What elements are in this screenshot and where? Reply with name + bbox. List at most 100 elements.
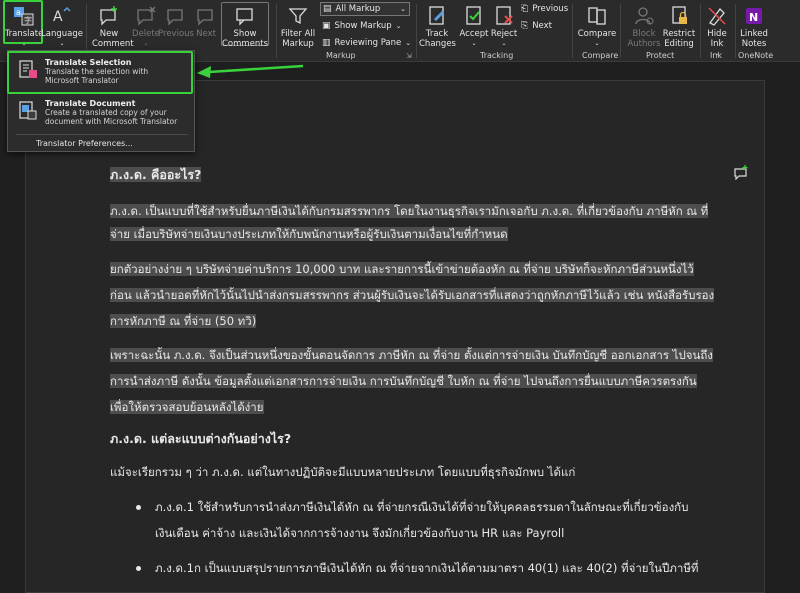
chevron-down-icon: ⌄ <box>395 22 402 30</box>
hide-ink-label: Hide Ink <box>707 29 727 49</box>
chevron-down-icon: ⌄ <box>471 40 477 47</box>
reviewing-pane-button[interactable]: ▥ Reviewing Pane ⌄ <box>322 36 411 50</box>
paragraph-line: จ่าย เมื่อบริษัทจ่ายเงินบางประเภทให้กับพ… <box>110 227 508 241</box>
show-comments-label: Show Comments <box>222 29 269 49</box>
arrow-left-icon <box>197 64 304 78</box>
translate-document-icon <box>17 100 39 122</box>
chevron-down-icon: ⌄ <box>59 40 65 47</box>
markup-group-label: Markup <box>326 51 356 60</box>
translate-highlight <box>3 0 43 44</box>
restrict-editing-button[interactable]: Restrict Editing <box>662 0 696 49</box>
onenote-icon: N <box>743 5 765 27</box>
filter-all-markup-label: Filter All Markup <box>280 29 316 49</box>
filter-all-markup-button[interactable]: Filter All Markup <box>279 0 317 49</box>
add-comment-icon[interactable] <box>733 164 749 184</box>
compare-group-label: Compare <box>582 51 619 60</box>
markup-dialog-launcher-icon[interactable]: ⇲ <box>406 52 412 60</box>
ink-group-label: Ink <box>710 51 723 60</box>
separator <box>700 4 701 58</box>
chevron-down-icon: ⌄ <box>405 39 412 47</box>
next-comment-icon <box>195 5 217 27</box>
filter-icon <box>287 5 309 27</box>
list-item-line: ภ.ง.ด.1 ใช้สำหรับการนำส่งภาษีเงินได้หัก … <box>155 500 689 514</box>
previous-change-label: Previous <box>532 4 569 14</box>
paragraph-line: เพื่อให้ตรวจสอบย้อนหลังได้ง่าย <box>110 400 264 414</box>
chevron-down-icon: ⌄ <box>501 40 507 47</box>
reviewing-pane-icon: ▥ <box>322 38 331 48</box>
new-comment-label: New Comment <box>92 29 134 49</box>
show-markup-icon: ▣ <box>322 21 331 31</box>
separator <box>735 4 736 58</box>
onenote-group-label: OneNote <box>738 51 774 60</box>
delete-label: Delete <box>132 29 160 39</box>
markup-view-icon: ▤ <box>323 4 332 14</box>
show-comments-icon <box>234 5 256 27</box>
reject-label: Reject <box>490 29 518 39</box>
block-authors-label: Block Authors <box>627 29 661 49</box>
separator <box>276 4 277 58</box>
delete-comment-button[interactable]: Delete ⌄ <box>131 0 161 49</box>
translate-selection-highlight <box>7 51 193 94</box>
show-comments-button[interactable]: Show Comments <box>221 2 269 49</box>
delete-comment-icon <box>135 5 157 27</box>
separator <box>416 4 417 58</box>
track-changes-button[interactable]: Track Changes <box>418 0 456 49</box>
previous-change-icon: ⎗ <box>521 4 529 14</box>
previous-label: Previous <box>158 29 194 39</box>
separator <box>620 4 621 58</box>
compare-icon <box>586 5 608 27</box>
language-button[interactable]: A Language ⌄ <box>41 0 83 49</box>
previous-change-button[interactable]: ⎗ Previous <box>521 2 568 16</box>
next-change-button[interactable]: ⎘ Next <box>521 19 552 33</box>
markup-view-select[interactable]: ▤ All Markup ⌄ <box>320 2 410 16</box>
block-authors-button[interactable]: Block Authors <box>624 0 664 49</box>
translate-document-desc: Create a translated copy of your <box>45 108 167 117</box>
svg-text:N: N <box>749 11 758 24</box>
chevron-down-icon: ⌄ <box>143 40 149 47</box>
heading-pnd-types: ภ.ง.ด. แต่ละแบบต่างกันอย่างไร? <box>110 431 292 446</box>
separator <box>572 4 573 58</box>
menu-divider <box>16 134 188 135</box>
accept-button[interactable]: Accept ⌄ <box>458 0 490 49</box>
track-changes-label: Track Changes <box>419 29 456 49</box>
list-item-line: ภ.ง.ด.1ก เป็นแบบสรุปรายการภาษีเงินได้หัก… <box>155 561 699 575</box>
accept-icon <box>463 5 485 27</box>
svg-text:A: A <box>53 9 63 25</box>
lock-icon <box>668 5 690 27</box>
chevron-down-icon: ⌄ <box>594 40 600 47</box>
paragraph-line: การหักภาษี ณ ที่จ่าย (50 ทวิ) <box>110 314 257 328</box>
next-comment-button[interactable]: Next <box>193 0 219 39</box>
paragraph-line: แม้จะเรียกรวม ๆ ว่า ภ.ง.ด. แต่ในทางปฏิบั… <box>110 465 576 479</box>
next-label: Next <box>196 29 216 39</box>
accept-label: Accept <box>459 29 489 39</box>
linked-notes-button[interactable]: N Linked Notes <box>738 0 770 49</box>
language-icon: A <box>51 5 73 27</box>
reject-button[interactable]: Reject ⌄ <box>490 0 518 49</box>
previous-comment-button[interactable]: Previous <box>158 0 194 39</box>
next-change-icon: ⎘ <box>521 21 529 31</box>
paragraph-line: เพราะฉะนั้น ภ.ง.ด. จึงเป็นส่วนหนึ่งของขั… <box>110 348 713 362</box>
paragraph-line: การนำส่งภาษี ดังนั้น ข้อมูลตั้งแต่เอกสาร… <box>110 374 697 388</box>
reviewing-pane-label: Reviewing Pane <box>334 38 402 48</box>
show-markup-button[interactable]: ▣ Show Markup ⌄ <box>322 19 402 33</box>
tracking-group-label: Tracking <box>480 51 514 60</box>
compare-button[interactable]: Compare ⌄ <box>577 0 617 49</box>
new-comment-icon <box>98 5 120 27</box>
protect-group-label: Protect <box>646 51 675 60</box>
linked-notes-label: Linked Notes <box>740 29 768 49</box>
hide-ink-icon <box>706 5 728 27</box>
menu-item-translator-preferences[interactable]: Translator Preferences... <box>36 139 133 148</box>
bullet-icon <box>136 566 141 571</box>
heading-what-is-pnd: ภ.ง.ด. คืออะไร? <box>110 167 202 182</box>
chevron-down-icon: ⌄ <box>400 5 406 13</box>
compare-label: Compare <box>577 29 617 39</box>
translate-document-desc: document with Microsoft Translator <box>45 117 178 126</box>
block-authors-icon <box>633 5 655 27</box>
next-change-label: Next <box>532 21 553 31</box>
bullet-icon <box>136 505 141 510</box>
menu-item-translate-document[interactable]: Translate Document Create a translated c… <box>9 94 193 134</box>
list-item-line: เงินเดือน ค่าจ้าง และเงินได้จากการจ้างงา… <box>155 526 565 540</box>
new-comment-button[interactable]: New Comment <box>88 0 134 49</box>
language-label: Language <box>41 29 83 39</box>
paragraph-line: ภ.ง.ด. เป็นแบบที่ใช้สำหรับยื่นภาษีเงินได… <box>110 204 709 218</box>
